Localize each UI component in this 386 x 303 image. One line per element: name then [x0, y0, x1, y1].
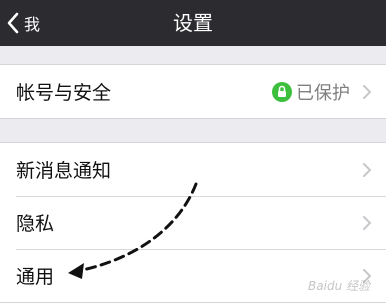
privacy-row[interactable]: 隐私 — [0, 196, 386, 249]
account-security-row[interactable]: 帐号与安全 已保护 — [0, 65, 386, 118]
new-message-notification-row[interactable]: 新消息通知 — [0, 143, 386, 196]
general-row[interactable]: 通用 — [0, 249, 386, 302]
chevron-right-icon — [363, 84, 371, 99]
chevron-right-icon — [363, 162, 371, 177]
chevron-right-icon — [363, 268, 371, 283]
row-label: 帐号与安全 — [16, 82, 112, 104]
chevron-right-icon — [363, 215, 371, 230]
back-label: 我 — [24, 15, 41, 34]
account-group: 帐号与安全 已保护 — [0, 64, 386, 119]
row-label: 隐私 — [16, 213, 55, 235]
lock-icon — [272, 81, 292, 102]
navbar: 我 设置 — [0, 0, 386, 46]
back-button[interactable]: 我 — [6, 0, 40, 46]
settings-group: 新消息通知 隐私 通用 — [0, 142, 386, 303]
chevron-left-icon — [7, 12, 19, 34]
row-label: 新消息通知 — [16, 160, 112, 182]
protection-status: 已保护 — [272, 65, 350, 118]
row-label: 通用 — [16, 266, 55, 288]
page-title: 设置 — [173, 11, 213, 35]
status-text: 已保护 — [296, 82, 350, 104]
